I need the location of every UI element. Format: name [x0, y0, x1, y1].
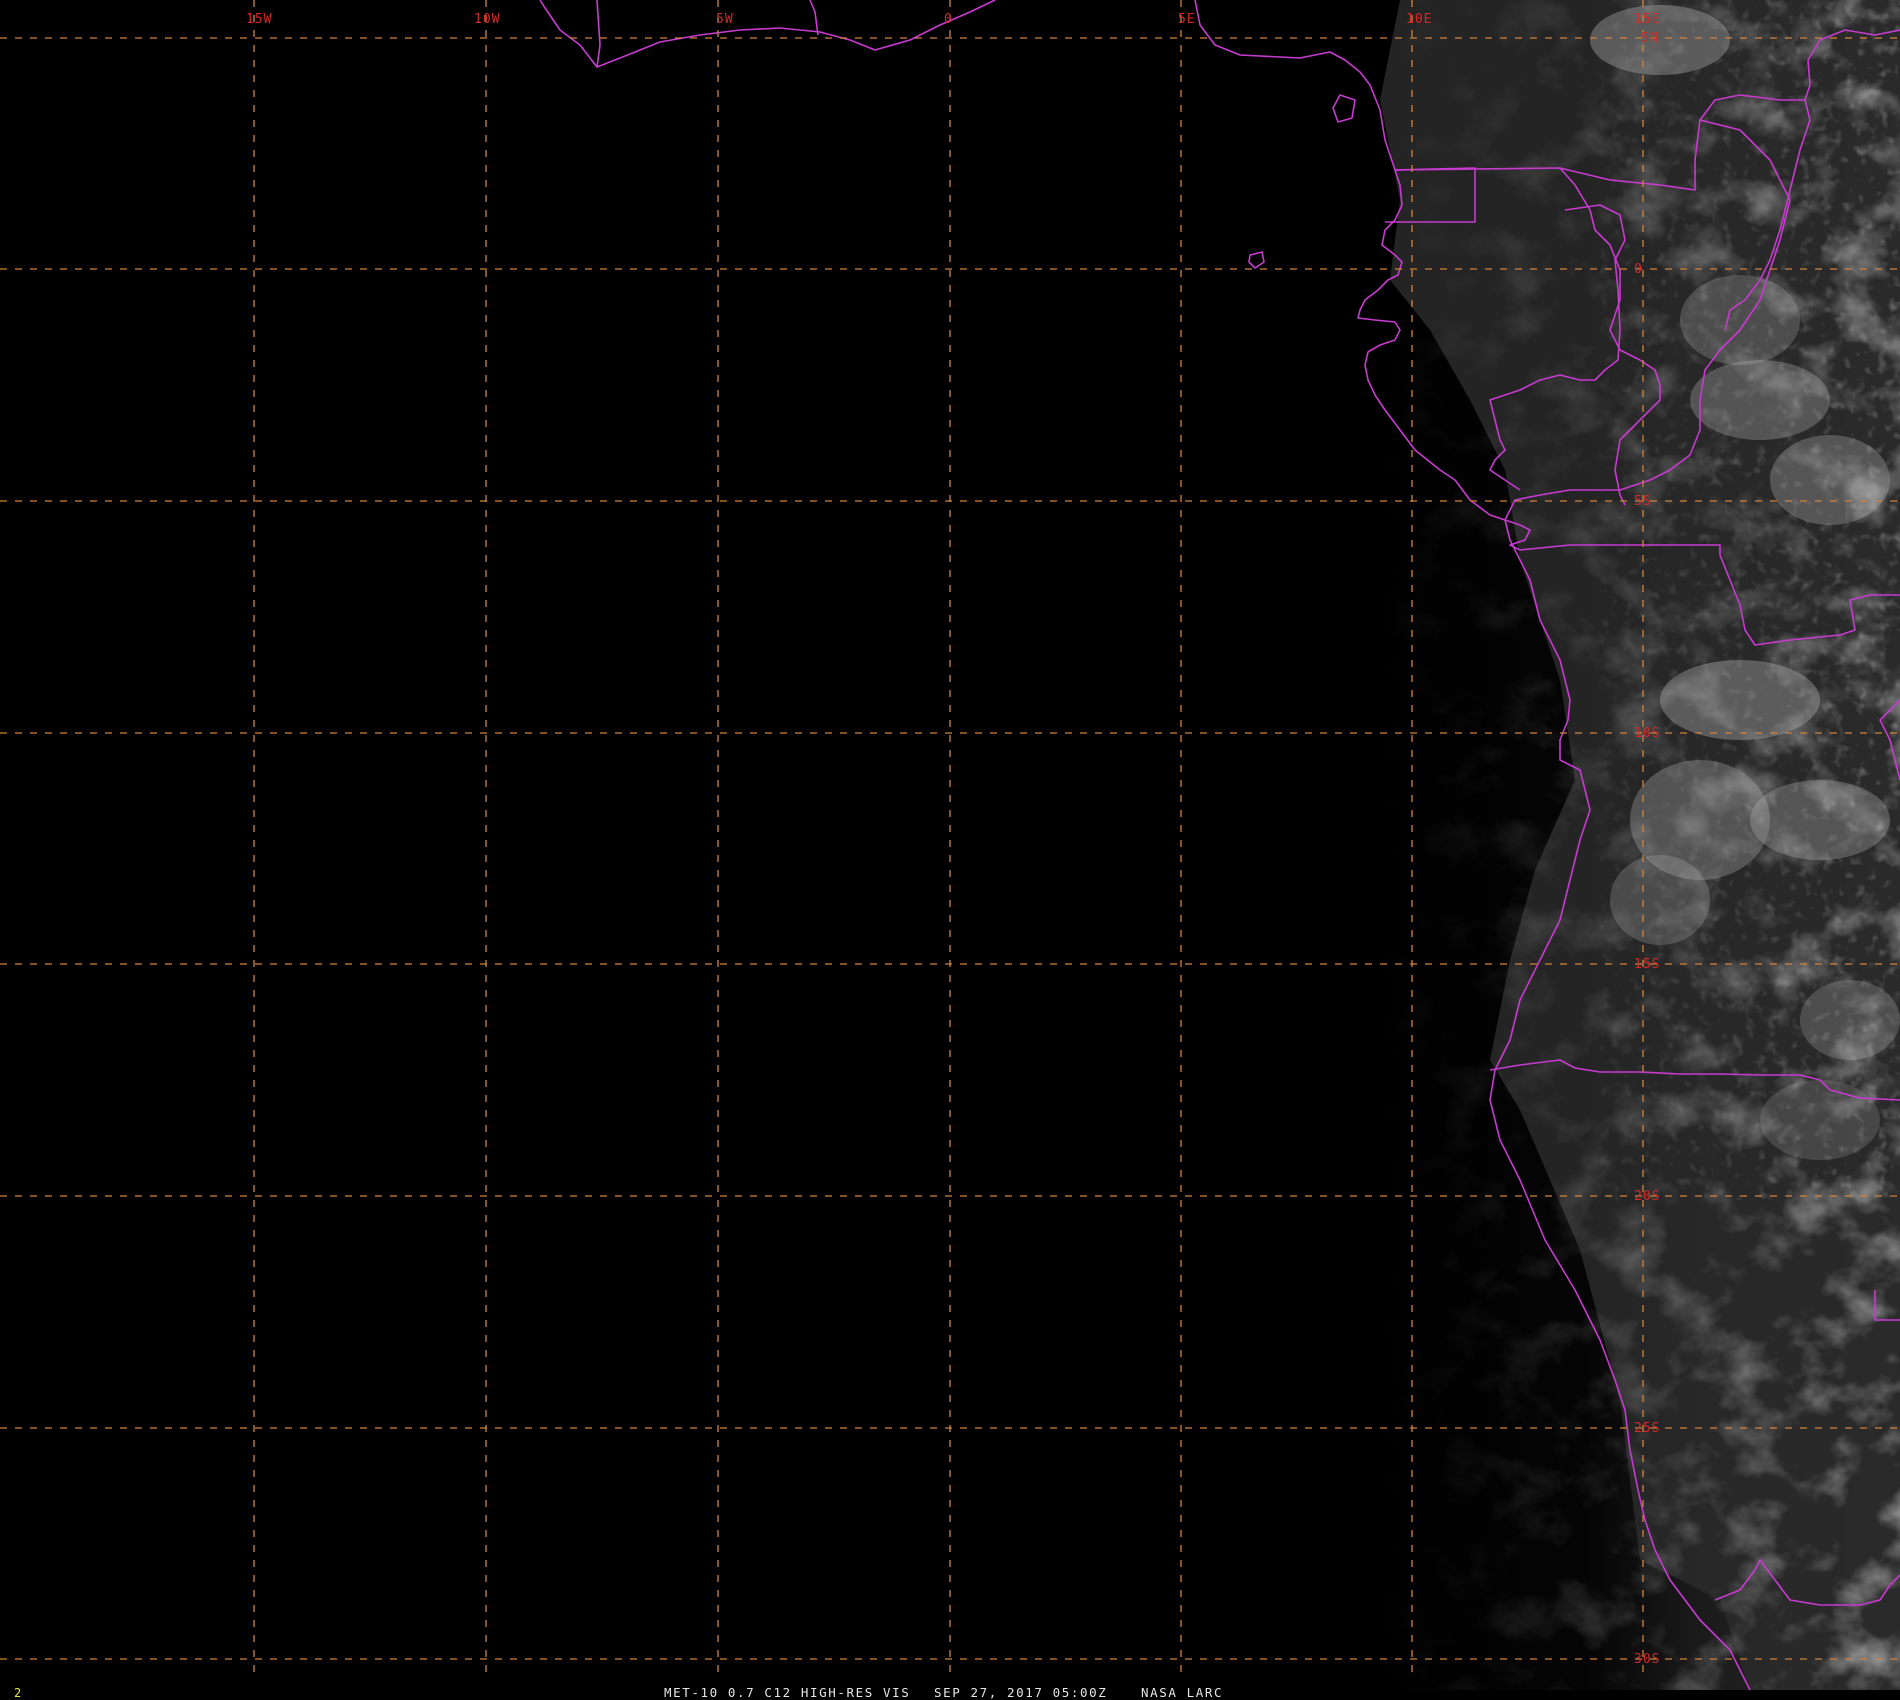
latitude-label: 25S: [1634, 1421, 1660, 1436]
longitude-label: 10W: [474, 12, 500, 27]
latitude-label: 15S: [1634, 957, 1660, 972]
latitude-label: 5S: [1634, 494, 1652, 509]
longitude-label: 15E: [1634, 12, 1660, 27]
longitude-label: 5E: [1178, 12, 1196, 27]
source-label: NASA LARC: [1141, 1685, 1223, 1700]
satellite-map: 15W 10W 5W 0 5E 10E 15E5N05S10S15S20S25S30S 2 …: [0, 0, 1900, 1700]
product-label: MET-10 0.7 C12 HIGH-RES VIS: [664, 1685, 910, 1700]
longitude-label: 15W: [246, 12, 272, 27]
latitude-label: 30S: [1634, 1652, 1660, 1667]
satellite-map-viewer: 15W 10W 5W 0 5E 10E 15E 5N 0 5S 10S 15S 20S 25S 30S 2 …: [0, 0, 1900, 1700]
latitude-label: 0: [1634, 262, 1643, 277]
latitude-label: 20S: [1634, 1189, 1660, 1204]
latitude-label: 10S: [1634, 726, 1660, 741]
latitude-label: 5N: [1641, 31, 1659, 46]
longitude-label: 5W: [716, 12, 734, 27]
longitude-label: 0: [944, 12, 953, 27]
longitude-label: 10E: [1406, 12, 1432, 27]
datetime-label: SEP 27, 2017 05:00Z: [934, 1685, 1107, 1700]
frame-number: 2: [14, 1686, 21, 1700]
